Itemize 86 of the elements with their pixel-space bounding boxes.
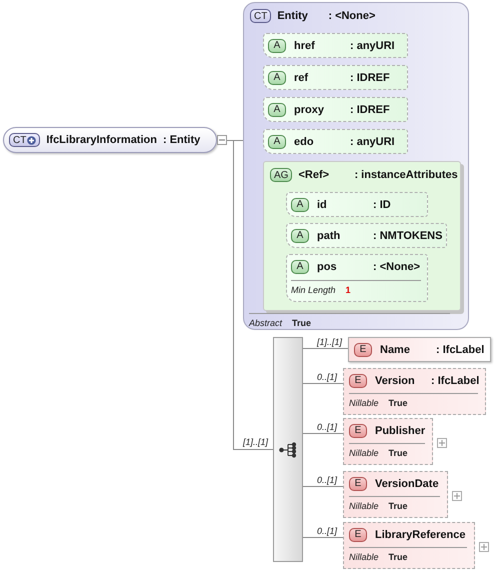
node-name: Entity (277, 10, 309, 22)
element-node[interactable]: E LibraryReference Nillable True (343, 522, 475, 569)
node-type: : Entity (162, 134, 200, 146)
node-type: : instanceAttributes (354, 169, 458, 181)
node-type-tag: AG (270, 168, 292, 182)
node-type-tag: A (268, 102, 286, 116)
attribute-group-node[interactable]: AG <Ref> : instanceAttributes A id : ID A path : NMTOKENS A pos : <None> Min Length 1 (263, 161, 461, 311)
node-name: IfcLibraryInformation (46, 134, 157, 146)
element-node[interactable]: E Name : IfcLabel (348, 337, 491, 362)
element-node[interactable]: E VersionDate Nillable True (343, 471, 448, 518)
property-label: Nillable (349, 398, 379, 408)
property-value: True (388, 398, 408, 408)
attribute-name: href (294, 40, 316, 52)
property-value: True (388, 552, 408, 562)
attribute-node[interactable]: A ref : IDREF (263, 65, 408, 90)
element-name: LibraryReference (375, 528, 466, 540)
node-type: : <None> (328, 10, 376, 22)
complex-type-node[interactable]: CT IfcLibraryInformation : Entity (3, 127, 217, 153)
connector-line (302, 433, 344, 434)
attribute-type: : ID (373, 198, 391, 210)
node-type-tag: A (291, 198, 309, 212)
node-name: <Ref> (298, 169, 330, 181)
element-type: : IfcLabel (431, 374, 480, 386)
node-type-tag: A (291, 260, 309, 274)
property-label: Nillable (349, 552, 379, 562)
attribute-type: : anyURI (350, 40, 395, 52)
node-type-tag: CT (9, 133, 40, 147)
attribute-name: path (317, 230, 342, 242)
attribute-type: : IDREF (350, 104, 390, 116)
element-name: Name (380, 344, 411, 356)
sequence-icon (279, 442, 297, 458)
node-type-tag: A (268, 70, 286, 84)
attribute-type: : <None> (373, 260, 420, 272)
multiplicity-label: 0..[1] (317, 475, 338, 485)
node-type-tag: E (349, 424, 367, 438)
node-type-tag: E (349, 476, 367, 490)
multiplicity-label: [1]..[1] (317, 337, 342, 347)
multiplicity-label: [1]..[1] (243, 437, 268, 447)
element-type: : IfcLabel (436, 344, 484, 356)
connector-line (302, 348, 348, 349)
facet-label: Min Length (291, 285, 336, 295)
property-value: True (388, 448, 408, 458)
attribute-node[interactable]: A edo : anyURI (263, 129, 408, 154)
attribute-type: : anyURI (350, 136, 395, 148)
plus-icon (27, 136, 36, 144)
attribute-node[interactable]: A href : anyURI (263, 33, 408, 58)
connector-line (302, 486, 344, 487)
connector-line (302, 537, 344, 538)
expand-icon[interactable] (437, 438, 447, 448)
attribute-type: : NMTOKENS (373, 230, 442, 242)
attribute-name: id (317, 198, 328, 210)
element-name: Version (375, 374, 416, 386)
attribute-name: edo (294, 136, 315, 148)
node-type-tag: E (349, 374, 367, 388)
attribute-node[interactable]: A id : ID (286, 192, 428, 217)
property-value: True (388, 501, 408, 511)
attribute-name: ref (294, 72, 310, 84)
element-node[interactable]: E Version : IfcLabel Nillable True (343, 368, 486, 415)
connector-line (302, 383, 344, 384)
attribute-node[interactable]: A path : NMTOKENS (286, 223, 447, 248)
node-type-tag: E (354, 342, 372, 356)
expand-icon[interactable] (479, 542, 489, 552)
property-label: Nillable (349, 448, 379, 458)
attribute-name: proxy (294, 104, 325, 116)
multiplicity-label: 0..[1] (317, 526, 338, 536)
sequence-bar[interactable] (273, 337, 303, 562)
property-label: Nillable (349, 501, 379, 511)
collapse-icon[interactable] (217, 135, 227, 145)
property-label: Abstract (249, 318, 282, 328)
node-type-tag: E (349, 528, 367, 542)
expand-icon[interactable] (452, 491, 462, 501)
node-type-tag: A (268, 38, 286, 52)
attribute-name: pos (317, 260, 338, 272)
node-type-tag: A (291, 228, 309, 242)
node-type-tag: A (268, 134, 286, 148)
element-name: Publisher (375, 424, 426, 436)
node-type-tag: CT (250, 9, 272, 23)
attribute-node[interactable]: A pos : <None> Min Length 1 (286, 254, 428, 302)
attribute-node[interactable]: A proxy : IDREF (263, 97, 408, 122)
element-node[interactable]: E Publisher Nillable True (343, 418, 433, 465)
multiplicity-label: 0..[1] (317, 422, 338, 432)
attribute-type: : IDREF (350, 72, 390, 84)
multiplicity-label: 0..[1] (317, 372, 338, 382)
facet-value: 1 (346, 285, 351, 295)
property-value: True (292, 318, 312, 328)
element-name: VersionDate (375, 478, 439, 490)
